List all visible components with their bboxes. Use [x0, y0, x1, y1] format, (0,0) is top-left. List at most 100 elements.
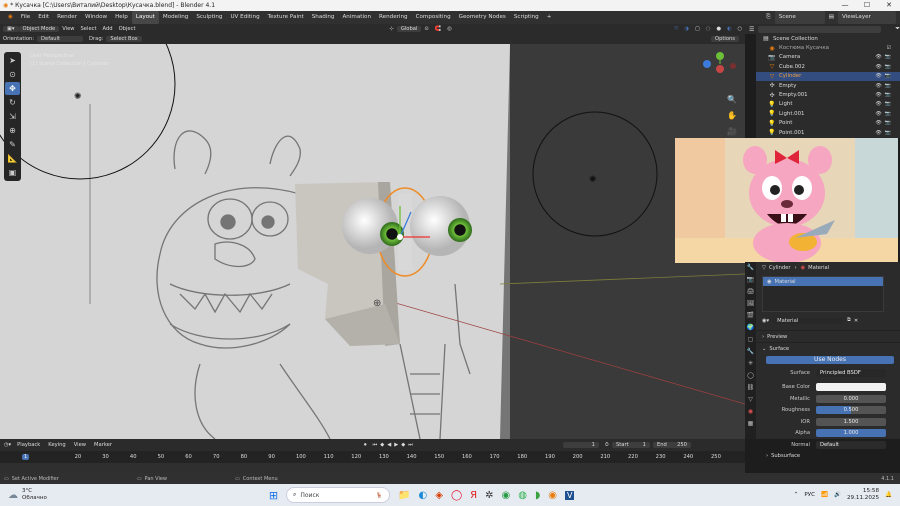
cursor-tool-icon[interactable]: ⊙ [5, 68, 20, 81]
jump-end-icon[interactable]: ⏭ [408, 442, 413, 449]
outliner-item-9[interactable]: 💡 Point.001 👁📷 [756, 128, 900, 137]
mode-selector[interactable]: Object Mode [18, 26, 60, 32]
alpha-slider[interactable]: 1.000 [816, 429, 886, 438]
visibility-icons[interactable]: 👁📷 [875, 111, 894, 117]
base-color-swatch[interactable] [816, 383, 886, 392]
roughness-slider[interactable]: 0.500 [816, 406, 886, 415]
render-tab-icon[interactable]: 📷 [746, 276, 755, 286]
outliner-item-8[interactable]: 💡 Point 👁📷 [756, 119, 900, 128]
transform-tool-icon[interactable]: ⊕ [5, 124, 20, 137]
video-overlay-window[interactable] [675, 138, 898, 263]
menu-playback[interactable]: Playback [17, 442, 40, 448]
filter-icon[interactable]: ⏷ [895, 25, 900, 33]
visibility-icons[interactable]: 👁📷 [875, 92, 894, 98]
wifi-icon[interactable]: 📶 [821, 492, 828, 498]
normal-field[interactable]: Default [816, 440, 886, 449]
visibility-icons[interactable]: 👁📷 [875, 54, 894, 60]
outliner-item-5[interactable]: ✣ Empty.001 👁📷 [756, 90, 900, 99]
outliner-item-4[interactable]: ✣ Empty 👁📷 [756, 81, 900, 90]
explorer-icon[interactable]: 📁 [398, 490, 410, 501]
duplicate-icon[interactable]: ⧉ [847, 317, 851, 324]
material-slot-list[interactable]: ◉ Material [762, 276, 884, 312]
menu-render[interactable]: Render [53, 11, 81, 24]
rotate-tool-icon[interactable]: ↻ [5, 96, 20, 109]
tab-sculpting[interactable]: Sculpting [192, 11, 226, 24]
menu-add[interactable]: Add [100, 26, 116, 32]
unlink-icon[interactable]: ✕ [854, 318, 858, 324]
menu-edit[interactable]: Edit [34, 11, 53, 24]
outliner-item-0[interactable]: ◉ Костюма Кусачка ☑ [756, 43, 900, 52]
end-frame-field[interactable]: End 250 [652, 442, 691, 448]
visibility-icons[interactable]: 👁📷 [875, 73, 894, 79]
prev-key-icon[interactable]: ◆ [380, 442, 384, 448]
output-tab-icon[interactable]: 🖨 [746, 288, 755, 298]
menu-window[interactable]: Window [81, 11, 111, 24]
app-icon[interactable]: ✲ [485, 490, 493, 501]
use-nodes-button[interactable]: Use Nodes [766, 355, 894, 364]
language-indicator[interactable]: РУС [804, 492, 815, 498]
pivot-icon[interactable]: ⊙ [421, 26, 431, 32]
tab-texture-paint[interactable]: Texture Paint [264, 11, 308, 24]
app-v-icon[interactable]: V [564, 490, 575, 500]
shading-material-icon[interactable]: ◐ [724, 26, 735, 32]
surface-shader-field[interactable]: Principled BSDF [816, 368, 886, 377]
tab-compositing[interactable]: Compositing [412, 11, 455, 24]
world-tab-icon[interactable]: 🌍 [746, 324, 755, 334]
visibility-icons[interactable]: 👁📷 [875, 101, 894, 107]
constraints-tab-icon[interactable]: ⛓ [746, 384, 755, 394]
select-tool-icon[interactable]: ➤ [5, 54, 20, 67]
outliner-root[interactable]: ▤ Scene Collection [756, 34, 900, 43]
tab-layout[interactable]: Layout [131, 11, 159, 24]
tab-shading[interactable]: Shading [308, 11, 339, 24]
material-slot[interactable]: ◉ Material [763, 277, 883, 286]
surface-panel[interactable]: ⌄ Surface [756, 342, 900, 354]
blender-taskbar-icon[interactable]: ◉ [548, 490, 557, 501]
outliner-search-input[interactable] [758, 25, 882, 33]
menu-help[interactable]: Help [111, 11, 132, 24]
tab-rendering[interactable]: Rendering [375, 11, 412, 24]
blender-menu-icon[interactable]: ◉ [4, 11, 17, 24]
subsurface-panel[interactable]: › Subsurface [756, 451, 900, 461]
ior-field[interactable]: 1.500 [816, 417, 886, 426]
current-frame-field[interactable]: 1 [562, 442, 599, 448]
tab-modeling[interactable]: Modeling [159, 11, 192, 24]
record-icon[interactable]: ⏺ [364, 442, 367, 449]
transform-orientation-icon[interactable]: ⊹ [386, 26, 396, 32]
texture-tab-icon[interactable]: ▦ [746, 420, 755, 430]
measure-tool-icon[interactable]: 📐 [5, 152, 20, 165]
scale-tool-icon[interactable]: ⇲ [5, 110, 20, 123]
office-icon[interactable]: ◈ [435, 490, 443, 501]
preview-panel[interactable]: › Preview [756, 330, 900, 342]
outliner-item-7[interactable]: 💡 Light.001 👁📷 [756, 109, 900, 118]
menu-marker[interactable]: Marker [94, 442, 112, 448]
editor-type-icon[interactable]: ▣▾ [3, 26, 19, 32]
jump-start-icon[interactable]: ⏮ [373, 442, 378, 449]
tab-animation[interactable]: Animation [338, 11, 375, 24]
material-tab-icon[interactable]: ◉ [746, 408, 755, 418]
whatsapp-icon[interactable]: ◍ [518, 490, 527, 501]
visibility-icons[interactable]: 👁📷 [875, 130, 894, 136]
particles-tab-icon[interactable]: ✳ [746, 360, 755, 370]
windows-start-icon[interactable]: ⊞ [269, 489, 278, 502]
tab-scripting[interactable]: Scripting [510, 11, 543, 24]
yandex-icon[interactable]: Я [470, 490, 477, 501]
move-tool-icon[interactable]: ✥ [5, 82, 20, 95]
timeline-track[interactable] [0, 463, 745, 473]
timeline-ruler[interactable]: 1 20 30 40 50 60 70 80 90 100 110 120 130 140 150 160 17… [0, 451, 745, 463]
outliner-item-2[interactable]: ▽ Cube.002 👁📷 [756, 62, 900, 71]
close-button[interactable]: ✕ [878, 0, 900, 11]
visibility-icons[interactable]: 👁📷 [875, 120, 894, 126]
material-browse-icon[interactable]: ◉▾ [762, 318, 769, 324]
tab-geometry-nodes[interactable]: Geometry Nodes [455, 11, 510, 24]
volume-icon[interactable]: 🔊 [834, 492, 841, 498]
menu-timeline-view[interactable]: View [74, 442, 86, 448]
overlay-icon[interactable]: ◑ [681, 26, 692, 32]
transform-orientation[interactable]: Global [396, 26, 422, 32]
menu-file[interactable]: File [17, 11, 34, 24]
xray-icon[interactable]: ▢ [692, 26, 703, 32]
timeline-editor-icon[interactable]: ◷▾ [4, 442, 11, 448]
scene-selector[interactable]: Scene [774, 11, 825, 24]
add-workspace-icon[interactable]: + [543, 11, 556, 24]
shading-render-icon[interactable]: ○ [734, 26, 745, 32]
object-tab-icon[interactable]: ▢ [746, 336, 755, 346]
